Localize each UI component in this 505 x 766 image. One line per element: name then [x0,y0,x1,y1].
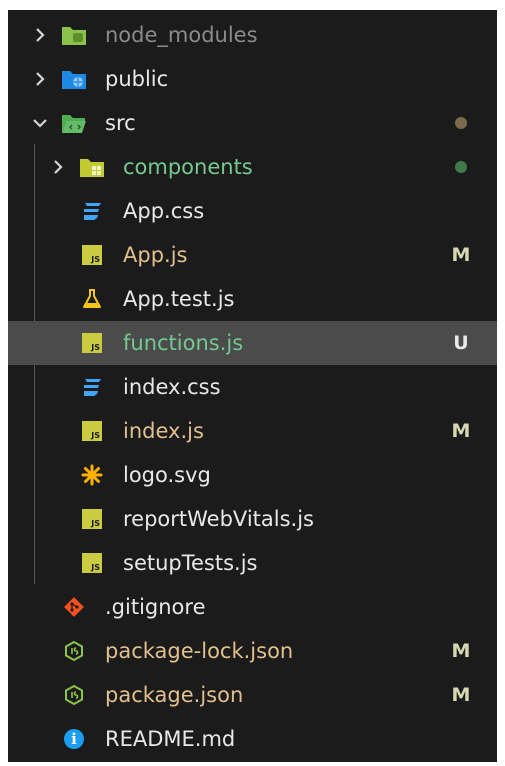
tree-item-label: index.css [123,375,221,399]
tree-item-label: node_modules [105,23,258,47]
js-badge: JS [82,509,102,529]
tree-item-logo-svg[interactable]: logo.svg [8,453,497,497]
tree-item-label: reportWebVitals.js [123,507,314,531]
js-file-icon: JS [79,506,105,532]
tree-item-label: index.js [123,419,204,443]
git-status-badge: U [453,332,469,354]
js-file-icon: JS [79,418,105,444]
tree-item-label: setupTests.js [123,551,258,575]
tree-item-functions-js[interactable]: JS functions.js U [8,321,497,365]
tree-item-label: logo.svg [123,463,211,487]
tree-item-app-js[interactable]: JS App.js M [8,233,497,277]
tree-item-label: public [105,67,169,91]
css-icon [79,374,105,400]
js-file-icon: JS [79,330,105,356]
nodejs-icon [61,682,87,708]
tree-item-label: src [105,111,136,135]
untracked-dot [455,161,467,173]
tree-item-label: package.json [105,683,244,707]
chevron-right-icon[interactable] [30,69,50,89]
js-badge: JS [82,333,102,353]
git-status-badge: M [451,684,471,706]
folder-components-icon [79,154,105,180]
tree-item-label: .gitignore [105,595,206,619]
chevron-down-icon[interactable] [30,113,50,133]
tree-item-public[interactable]: public [8,57,497,101]
test-flask-icon [79,286,105,312]
tree-item-src[interactable]: src [8,101,497,145]
svg-asterisk-icon [79,462,105,488]
js-file-icon: JS [79,242,105,268]
css-icon [79,198,105,224]
tree-item-app-css[interactable]: App.css [8,189,497,233]
tree-item-label: App.test.js [123,287,235,311]
tree-item-components[interactable]: components [8,145,497,189]
tree-item-label: App.css [123,199,205,223]
tree-item-report-web-vitals[interactable]: JS reportWebVitals.js [8,497,497,541]
js-badge: JS [82,245,102,265]
tree-item-package-lock-json[interactable]: package-lock.json M [8,629,497,673]
chevron-right-icon[interactable] [48,157,68,177]
git-status-badge: M [451,420,471,442]
js-badge: JS [82,421,102,441]
tree-item-label: README.md [105,727,236,751]
folder-src-open-icon [61,110,87,136]
tree-item-label: functions.js [123,331,244,355]
tree-item-setup-tests[interactable]: JS setupTests.js [8,541,497,585]
tree-item-readme-md[interactable]: i README.md [8,717,497,761]
tree-item-app-test-js[interactable]: App.test.js [8,277,497,321]
tree-item-node-modules[interactable]: node_modules [8,13,497,57]
modified-dot [455,117,467,129]
tree-item-package-json[interactable]: package.json M [8,673,497,717]
git-status-badge: M [451,640,471,662]
info-glyph: i [64,729,84,749]
tree-item-index-css[interactable]: index.css [8,365,497,409]
tree-item-label: package-lock.json [105,639,294,663]
tree-item-index-js[interactable]: JS index.js M [8,409,497,453]
tree-item-gitignore[interactable]: .gitignore [8,585,497,629]
js-badge: JS [82,553,102,573]
info-icon: i [61,726,87,752]
tree-item-label: components [123,155,253,179]
git-status-badge: M [451,244,471,266]
file-explorer: node_modules public src components App.c… [8,10,497,762]
js-file-icon: JS [79,550,105,576]
folder-public-icon [61,66,87,92]
chevron-right-icon[interactable] [30,25,50,45]
folder-node-icon [61,22,87,48]
git-icon [61,594,87,620]
nodejs-icon [61,638,87,664]
tree-item-label: App.js [123,243,188,267]
